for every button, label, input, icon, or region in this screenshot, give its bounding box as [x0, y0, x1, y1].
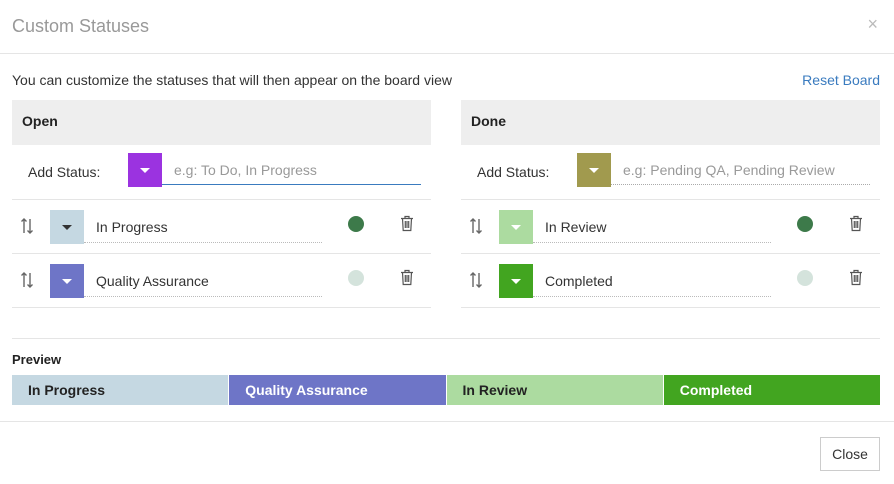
close-icon[interactable]: × [867, 15, 878, 33]
open-column-heading: Open [12, 100, 431, 145]
open-add-status-input[interactable] [162, 155, 421, 185]
preview-segment: Quality Assurance [229, 375, 447, 405]
reset-board-link[interactable]: Reset Board [802, 72, 880, 88]
done-add-status-input[interactable] [611, 155, 870, 185]
trash-icon[interactable] [849, 215, 863, 232]
reorder-icon[interactable] [20, 217, 34, 235]
done-toggle-dot[interactable] [797, 216, 813, 232]
divider [0, 421, 894, 422]
status-color-picker[interactable] [499, 264, 533, 298]
status-row: Quality Assurance [12, 254, 431, 308]
done-add-color-picker[interactable] [577, 153, 611, 187]
status-name-field[interactable]: In Review [533, 211, 771, 243]
divider [12, 338, 880, 339]
chevron-down-icon [511, 279, 521, 284]
done-column: Done Add Status: In Review Completed [461, 100, 880, 308]
chevron-down-icon [62, 279, 72, 284]
reorder-icon[interactable] [469, 217, 483, 235]
done-toggle-dot[interactable] [348, 216, 364, 232]
status-name-field[interactable]: Quality Assurance [84, 265, 322, 297]
reorder-icon[interactable] [469, 271, 483, 289]
status-row: Completed [461, 254, 880, 308]
trash-icon[interactable] [400, 215, 414, 232]
status-row: In Review [461, 200, 880, 254]
chevron-down-icon [62, 225, 72, 230]
dialog-header: Custom Statuses × [0, 0, 894, 54]
preview-segment: In Progress [12, 375, 230, 405]
add-status-label: Add Status: [28, 164, 101, 180]
add-status-label: Add Status: [477, 164, 550, 180]
open-add-status-row: Add Status: [12, 145, 431, 200]
chevron-down-icon [511, 225, 521, 230]
status-row: In Progress [12, 200, 431, 254]
preview-segment: In Review [446, 375, 664, 405]
open-column: Open Add Status: In Progress Quality Ass… [12, 100, 431, 308]
chevron-down-icon [140, 168, 150, 173]
done-toggle-dot[interactable] [797, 270, 813, 286]
trash-icon[interactable] [849, 269, 863, 286]
done-add-status-row: Add Status: [461, 145, 880, 200]
preview-bar: In Progress Quality Assurance In Review … [12, 375, 880, 405]
reorder-icon[interactable] [20, 271, 34, 289]
chevron-down-icon [589, 168, 599, 173]
status-color-picker[interactable] [50, 210, 84, 244]
preview-segment: Completed [663, 375, 880, 405]
dialog-title: Custom Statuses [12, 16, 150, 36]
open-add-color-picker[interactable] [128, 153, 162, 187]
intro-text: You can customize the statuses that will… [12, 72, 452, 88]
done-toggle-dot[interactable] [348, 270, 364, 286]
status-color-picker[interactable] [50, 264, 84, 298]
close-button[interactable]: Close [820, 437, 880, 471]
preview-label: Preview [12, 352, 62, 367]
status-color-picker[interactable] [499, 210, 533, 244]
status-name-field[interactable]: Completed [533, 265, 771, 297]
status-name-field[interactable]: In Progress [84, 211, 322, 243]
trash-icon[interactable] [400, 269, 414, 286]
done-column-heading: Done [461, 100, 880, 145]
